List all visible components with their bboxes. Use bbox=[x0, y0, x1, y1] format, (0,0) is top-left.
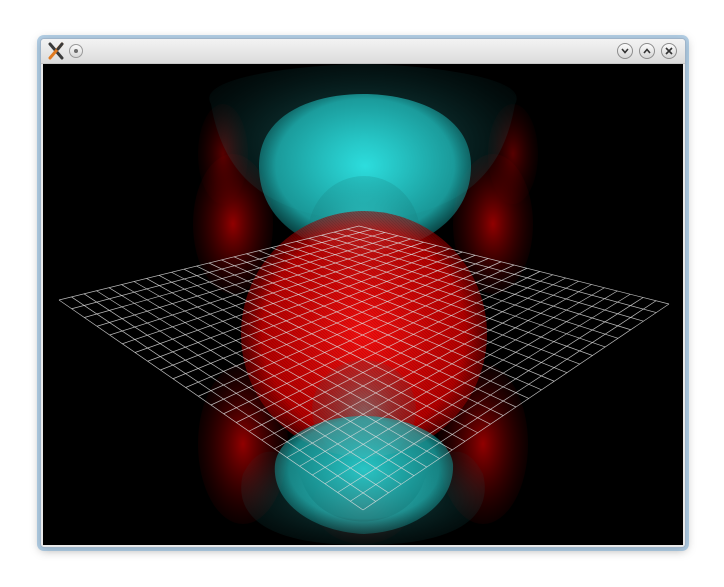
close-x-icon bbox=[665, 47, 673, 55]
chevron-up-icon bbox=[643, 48, 651, 54]
maximize-button[interactable] bbox=[639, 43, 655, 59]
3d-render-viewport[interactable] bbox=[43, 64, 683, 545]
application-window bbox=[40, 38, 686, 548]
x-app-icon[interactable] bbox=[47, 42, 65, 60]
window-menu-icon[interactable] bbox=[69, 44, 83, 58]
close-button[interactable] bbox=[661, 43, 677, 59]
chevron-down-icon bbox=[621, 48, 629, 54]
minimize-button[interactable] bbox=[617, 43, 633, 59]
title-bar[interactable] bbox=[41, 39, 685, 64]
orbital-render bbox=[43, 64, 683, 545]
